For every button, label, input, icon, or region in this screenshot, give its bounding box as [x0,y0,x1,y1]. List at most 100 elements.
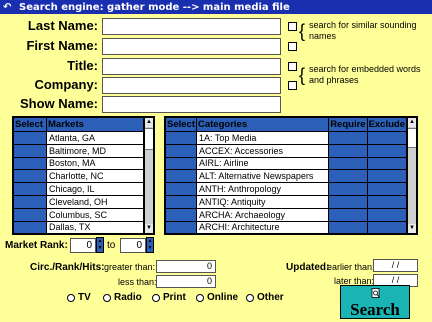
exclude-cell[interactable] [366,207,408,222]
last-name-sounding-checkbox[interactable] [288,22,297,31]
market-select-cell[interactable] [13,131,47,145]
category-name[interactable]: ANTIQ: Antiquity [195,194,330,209]
tv-radio[interactable] [67,294,75,302]
rank-to-spinner-icon[interactable]: ▲ ▼ [146,237,154,253]
exclude-header: Exclude [366,117,408,132]
markets-scrollbar[interactable]: ▲ ▼ [144,117,154,234]
scroll-thumb[interactable] [408,128,416,148]
circ-label: Circ./Rank/Hits: [30,262,105,273]
rank-from-spinner-icon[interactable]: ▲ ▼ [96,237,104,253]
require-cell[interactable] [328,182,368,196]
category-name[interactable]: 1A: Top Media [195,131,330,145]
search-button-label: Search [350,300,400,319]
require-cell[interactable] [328,131,368,145]
scroll-thumb[interactable] [145,128,153,150]
scroll-up-icon[interactable]: ▲ [145,118,153,127]
market-rank-label: Market Rank: [5,240,68,251]
market-rank-to[interactable]: 0 [120,238,146,253]
title-field[interactable] [102,58,281,75]
category-select-cell[interactable] [165,131,197,145]
category-name[interactable]: ANTH: Anthropology [195,182,330,196]
category-name[interactable]: ACCEX: Accessories [195,143,330,158]
title-label: Title: [67,58,98,73]
require-cell[interactable] [328,143,368,158]
markets-list: Select Markets Atlanta, GA Baltimore, MD… [12,116,155,235]
require-cell[interactable] [328,156,368,171]
first-name-field[interactable] [102,38,281,55]
market-select-cell[interactable] [13,182,47,196]
greater-than-label: greater than: [104,262,156,272]
embedded-note: search for embedded words and phrases [309,64,421,85]
first-name-sounding-checkbox[interactable] [288,42,297,51]
market-name[interactable]: Atlanta, GA [46,131,144,145]
scroll-down-icon[interactable]: ▼ [145,224,153,233]
categories-select-header: Select [165,117,197,132]
company-embedded-checkbox[interactable] [288,81,297,90]
market-name[interactable]: Boston, MA [46,156,144,171]
circ-greater-field[interactable]: 0 [156,260,216,273]
exclude-cell[interactable] [366,194,408,209]
updated-label: Updated: [286,262,330,273]
company-label: Company: [34,77,98,92]
exclude-cell[interactable] [366,131,408,145]
rank-to-label: to [107,240,116,251]
market-select-cell[interactable] [13,194,47,209]
market-name[interactable]: Dallas, TX [46,220,144,235]
category-name[interactable]: AIRL: Airline [195,156,330,171]
last-name-field[interactable] [102,18,281,35]
market-select-cell[interactable] [13,156,47,171]
online-radio[interactable] [196,294,204,302]
category-select-cell[interactable] [165,207,197,222]
market-rank-from[interactable]: 0 [70,238,96,253]
category-name[interactable]: ARCHA: Archaeology [195,207,330,222]
category-select-cell[interactable] [165,220,197,235]
exclude-cell[interactable] [366,143,408,158]
window-title: Search engine: gather mode --> main medi… [19,1,290,13]
print-radio[interactable] [152,294,160,302]
exclude-cell[interactable] [366,220,408,235]
category-select-cell[interactable] [165,143,197,158]
category-select-cell[interactable] [165,182,197,196]
back-arrow-icon[interactable]: ↶ [3,2,15,13]
radio-label: Radio [114,292,142,303]
brace-icon: { [299,21,306,41]
category-select-cell[interactable] [165,156,197,171]
company-field[interactable] [102,77,281,94]
market-name[interactable]: Baltimore, MD [46,143,144,158]
market-select-cell[interactable] [13,207,47,222]
exclude-cell[interactable] [366,182,408,196]
updated-earlier-field[interactable]: / / [373,259,418,272]
title-embedded-checkbox[interactable] [288,62,297,71]
tv-label: TV [78,292,91,303]
require-cell[interactable] [328,194,368,209]
market-select-cell[interactable] [13,143,47,158]
category-select-cell[interactable] [165,169,197,184]
require-cell[interactable] [328,207,368,222]
require-cell[interactable] [328,169,368,184]
circ-less-field[interactable]: 0 [156,275,216,288]
search-button[interactable]: Search [340,285,410,319]
print-label: Print [163,292,186,303]
categories-header: Categories [195,117,330,132]
market-select-cell[interactable] [13,169,47,184]
title-bar: ↶ Search engine: gather mode --> main me… [0,0,432,14]
exclude-cell[interactable] [366,156,408,171]
market-select-cell[interactable] [13,220,47,235]
scroll-up-icon[interactable]: ▲ [408,118,416,127]
show-name-field[interactable] [102,96,281,113]
market-name[interactable]: Chicago, IL [46,182,144,196]
scroll-down-icon[interactable]: ▼ [408,224,416,233]
search-document-icon [371,288,380,298]
market-name[interactable]: Charlotte, NC [46,169,144,184]
require-cell[interactable] [328,220,368,235]
category-name[interactable]: ALT: Alternative Newspapers [195,169,330,184]
other-radio[interactable] [246,294,254,302]
market-name[interactable]: Columbus, SC [46,207,144,222]
exclude-cell[interactable] [366,169,408,184]
categories-scrollbar[interactable]: ▲ ▼ [407,117,417,234]
category-select-cell[interactable] [165,194,197,209]
radio-radio[interactable] [103,294,111,302]
market-name[interactable]: Cleveland, OH [46,194,144,209]
category-name[interactable]: ARCHI: Architecture [195,220,330,235]
online-label: Online [207,292,239,303]
